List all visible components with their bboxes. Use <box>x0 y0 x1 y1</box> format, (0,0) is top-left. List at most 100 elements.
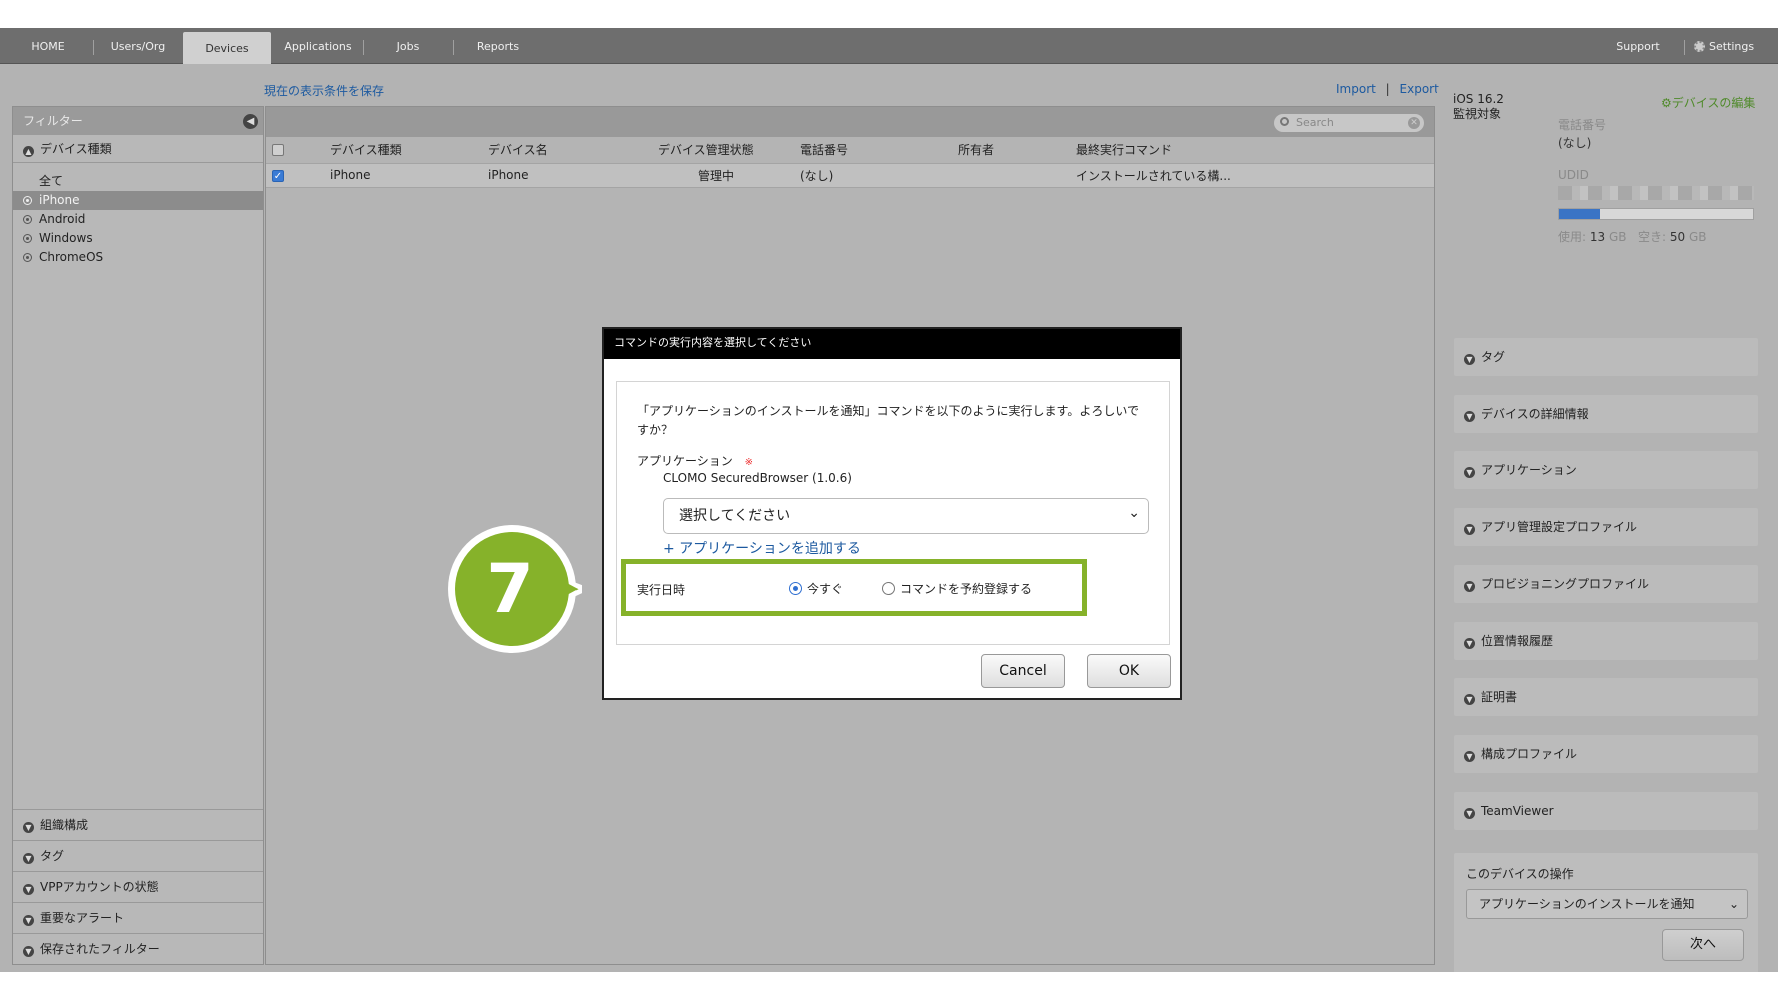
column-header[interactable]: デバイス種類 <box>330 137 488 164</box>
supervised-label: 監視対象 <box>1453 107 1502 121</box>
storage-free-label: 空き: <box>1637 230 1667 244</box>
tab-applications[interactable]: Applications <box>276 28 360 64</box>
search-input[interactable]: Search ✕ <box>1274 114 1424 132</box>
table-cell: 管理中 <box>658 163 800 188</box>
save-view-link[interactable]: 現在の表示条件を保存 <box>264 82 384 99</box>
tab-reports[interactable]: Reports <box>456 28 540 64</box>
operation-title: このデバイスの操作 <box>1466 867 1574 881</box>
os-info: iOS 16.2 監視対象 <box>1453 92 1504 122</box>
filter-item-android[interactable]: Android <box>13 210 263 229</box>
radio-now[interactable]: 今すぐ <box>789 580 843 597</box>
section-alerts[interactable]: ▼ 重要なアラート <box>13 902 263 933</box>
section-device-type[interactable]: ▲ デバイス種類 <box>13 135 263 163</box>
filter-item-all[interactable]: 全て <box>13 172 263 191</box>
accordion-applications[interactable]: ▼ アプリケーション <box>1454 451 1758 489</box>
dialog-title: コマンドの実行内容を選択してください <box>604 329 1180 359</box>
gear-icon <box>1694 41 1705 52</box>
column-header[interactable]: 電話番号 <box>800 137 958 164</box>
column-header[interactable]: デバイス名 <box>488 137 658 164</box>
section-device-type-label: デバイス種類 <box>40 142 112 156</box>
section-label: タグ <box>40 849 65 863</box>
section-vpp[interactable]: ▼ VPPアカウントの状態 <box>13 871 263 902</box>
exec-time-label: 実行日時 <box>637 583 686 597</box>
radio-schedule[interactable]: コマンドを予約登録する <box>882 580 1032 597</box>
tab-jobs[interactable]: Jobs <box>366 28 450 64</box>
accordion-location[interactable]: ▼ 位置情報履歴 <box>1454 622 1758 660</box>
ok-button[interactable]: OK <box>1087 654 1171 688</box>
accordion-device-details[interactable]: ▼ デバイスの詳細情報 <box>1454 395 1758 433</box>
accordion-teamviewer[interactable]: ▼ TeamViewer <box>1454 792 1758 830</box>
operation-select-value: アプリケーションのインストールを通知 <box>1479 897 1695 911</box>
cancel-button[interactable]: Cancel <box>981 654 1065 688</box>
chevron-down-icon: ▼ <box>1464 808 1475 819</box>
settings-label: Settings <box>1709 40 1755 53</box>
device-table: デバイス種類 デバイス名 デバイス管理状態 電話番号 所有者 最終実行コマンド … <box>266 137 1434 188</box>
section-tags[interactable]: ▼ タグ <box>13 840 263 871</box>
column-header[interactable]: デバイス管理状態 <box>658 137 800 164</box>
accordion-label: 証明書 <box>1481 690 1518 704</box>
section-saved-filters[interactable]: ▼ 保存されたフィルター <box>13 933 263 964</box>
radio-dot-icon <box>23 196 32 205</box>
sidebar-title: フィルター <box>23 114 83 128</box>
support-link[interactable]: Support <box>1600 28 1676 64</box>
tab-devices[interactable]: Devices <box>183 32 271 64</box>
nav-separator <box>363 40 364 55</box>
accordion-certificates[interactable]: ▼ 証明書 <box>1454 678 1758 716</box>
column-header[interactable]: 所有者 <box>958 137 1076 164</box>
collapse-left-icon[interactable]: ◀ <box>243 114 258 129</box>
os-version: iOS 16.2 <box>1453 92 1504 106</box>
edit-device-link[interactable]: ⚙デバイスの編集 <box>1661 94 1755 111</box>
chevron-down-icon: ▼ <box>23 853 34 864</box>
tab-home[interactable]: HOME <box>6 28 90 64</box>
step-callout: 7 <box>448 525 582 653</box>
app-select-value: 選択してください <box>679 508 791 524</box>
step-number: 7 <box>486 550 533 629</box>
accordion-provisioning[interactable]: ▼ プロビジョニングプロファイル <box>1454 565 1758 603</box>
udid-label: UDID <box>1558 168 1589 182</box>
select-all-checkbox[interactable] <box>272 144 284 157</box>
operation-select[interactable]: アプリケーションのインストールを通知 ⌄ <box>1466 889 1748 919</box>
table-header-row: デバイス種類 デバイス名 デバイス管理状態 電話番号 所有者 最終実行コマンド <box>266 137 1434 164</box>
chevron-down-icon: ▼ <box>1464 751 1475 762</box>
storage-unit: GB <box>1688 230 1707 244</box>
chevron-down-icon: ▼ <box>1464 467 1475 478</box>
radio-dot-icon <box>23 234 32 243</box>
accordion-tags[interactable]: ▼ タグ <box>1454 338 1758 376</box>
app-label: アプリケーション <box>637 454 733 468</box>
accordion-label: アプリ管理設定プロファイル <box>1481 520 1638 534</box>
filter-item-iphone[interactable]: iPhone <box>13 191 263 210</box>
tab-users-org[interactable]: Users/Org <box>96 28 180 64</box>
chevron-down-icon: ⌄ <box>1728 897 1739 911</box>
row-checkbox[interactable]: ✓ <box>272 169 284 182</box>
chevron-down-icon: ▼ <box>1464 638 1475 649</box>
add-app-link[interactable]: + アプリケーションを追加する <box>663 538 861 558</box>
settings-link[interactable]: Settings <box>1694 28 1774 64</box>
nav-separator <box>1684 40 1685 55</box>
import-link[interactable]: Import <box>1336 82 1376 96</box>
section-label: VPPアカウントの状態 <box>40 880 159 894</box>
filter-item-windows[interactable]: Windows <box>13 229 263 248</box>
clear-icon[interactable]: ✕ <box>1408 117 1420 129</box>
section-org[interactable]: ▼ 組織構成 <box>13 809 263 840</box>
command-dialog: コマンドの実行内容を選択してください 「アプリケーションのインストールを通知」コ… <box>602 327 1182 700</box>
select-all-header <box>266 137 330 164</box>
import-export-links: Import | Export <box>1336 82 1439 96</box>
export-link[interactable]: Export <box>1400 82 1439 96</box>
next-button[interactable]: 次へ <box>1662 929 1744 961</box>
column-header[interactable]: 最終実行コマンド <box>1076 137 1434 164</box>
filter-item-chromeos[interactable]: ChromeOS <box>13 248 263 267</box>
section-label: 組織構成 <box>40 818 89 832</box>
dialog-body: 「アプリケーションのインストールを通知」コマンドを以下のように実行します。よろし… <box>616 381 1170 645</box>
table-row[interactable]: ✓ iPhone iPhone 管理中 (なし) インストールされている構... <box>266 163 1434 188</box>
sidebar-bottom-sections: ▼ 組織構成 ▼ タグ ▼ VPPアカウントの状態 ▼ 重要なアラート ▼ 保存されたフィ… <box>13 809 263 964</box>
radio-dot-icon <box>23 215 32 224</box>
storage-used-label: 使用: <box>1558 230 1587 244</box>
app-select[interactable]: 選択してください ⌄ <box>663 498 1149 534</box>
chevron-down-icon: ⌄ <box>1128 505 1140 521</box>
accordion-config-profiles[interactable]: ▼ 構成プロファイル <box>1454 735 1758 773</box>
device-operation-box: このデバイスの操作 アプリケーションのインストールを通知 ⌄ 次へ <box>1454 853 1758 972</box>
accordion-app-config[interactable]: ▼ アプリ管理設定プロファイル <box>1454 508 1758 546</box>
top-navigation: HOME Users/Org Devices Applications Jobs… <box>0 28 1778 64</box>
section-label: 重要なアラート <box>40 911 125 925</box>
